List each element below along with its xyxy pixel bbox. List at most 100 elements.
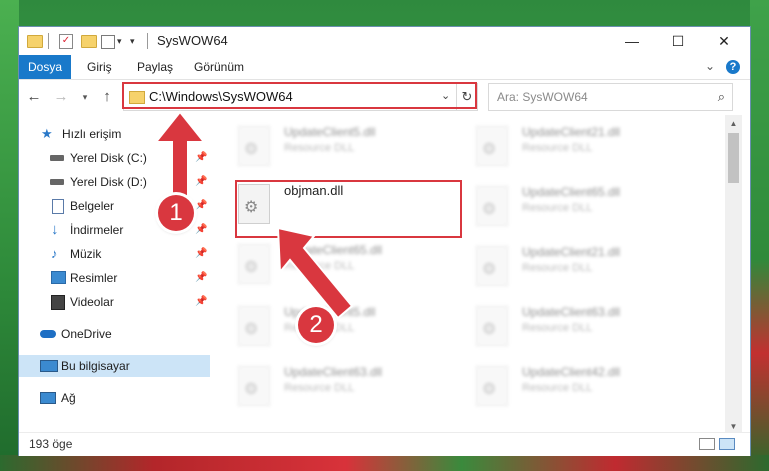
gear-icon: ⚙ xyxy=(244,321,259,338)
sidebar-item-label: Yerel Disk (D:) xyxy=(70,175,147,189)
item-count: 193 öge xyxy=(29,437,73,451)
up-button[interactable]: ↑ xyxy=(97,86,117,108)
file-type: Resource DLL xyxy=(522,322,593,334)
list-item[interactable]: ⚙ UpdateClient21.dll Resource DLL xyxy=(468,243,688,295)
sidebar-item-videos[interactable]: Videolar 📌 xyxy=(19,291,210,313)
toolbar-separator xyxy=(48,33,49,49)
tab-home[interactable]: Giriş xyxy=(87,55,112,79)
file-type: Resource DLL xyxy=(284,142,355,154)
file-type: Resource DLL xyxy=(522,382,593,394)
list-item[interactable]: ⚙ UpdateClient42.dll Resource DLL xyxy=(468,363,688,415)
sidebar-item-music[interactable]: ♪ Müzik 📌 xyxy=(19,243,210,265)
star-icon: ★ xyxy=(41,126,53,141)
desktop-background-left xyxy=(0,0,19,471)
pin-icon[interactable]: 📌 xyxy=(195,243,207,265)
chevron-down-icon[interactable]: ▾ xyxy=(117,36,122,52)
gear-icon: ⚙ xyxy=(482,141,497,158)
file-name: UpdateClient65.dll xyxy=(522,185,621,199)
help-icon[interactable]: ? xyxy=(726,60,740,74)
forward-button[interactable]: → xyxy=(51,86,71,108)
search-icon[interactable]: ⌕ xyxy=(718,89,725,105)
music-icon: ♪ xyxy=(51,246,58,261)
sidebar-item-pictures[interactable]: Resimler 📌 xyxy=(19,267,210,289)
file-type: Resource DLL xyxy=(522,202,593,214)
sidebar-item-label: Yerel Disk (C:) xyxy=(70,151,147,165)
file-explorer-window: ✓ ▾ ▾ SysWOW64 — ☐ ✕ Dosya Giriş Paylaş … xyxy=(19,27,750,456)
file-name: UpdateClient21.dll xyxy=(522,245,621,259)
sidebar-item-label: Ağ xyxy=(61,391,76,405)
file-type: Resource DLL xyxy=(284,382,355,394)
new-folder-icon[interactable] xyxy=(81,35,97,48)
customize-toolbar-icon[interactable]: ▾ xyxy=(130,36,135,52)
file-name: UpdateClient5.dll xyxy=(284,125,376,139)
scroll-up-icon[interactable]: ▲ xyxy=(725,115,742,132)
tab-file[interactable]: Dosya xyxy=(19,55,71,79)
list-item[interactable]: ⚙ UpdateClient5.dll Resource DLL xyxy=(230,123,450,175)
quick-access-properties-icon[interactable] xyxy=(101,35,115,49)
file-type: Resource DLL xyxy=(522,142,593,154)
sidebar-item-label: OneDrive xyxy=(61,327,112,341)
properties-check-icon[interactable]: ✓ xyxy=(59,34,73,49)
sidebar-item-onedrive[interactable]: OneDrive xyxy=(19,323,210,345)
gear-icon: ⚙ xyxy=(244,381,259,398)
list-item[interactable]: ⚙ UpdateClient65.dll Resource DLL xyxy=(468,183,688,235)
list-item[interactable]: ⚙ UpdateClient63.dll Resource DLL xyxy=(468,303,688,355)
maximize-button[interactable]: ☐ xyxy=(655,27,701,55)
close-button[interactable]: ✕ xyxy=(701,27,747,55)
back-button[interactable]: ← xyxy=(24,86,44,108)
gear-icon: ⚙ xyxy=(482,201,497,218)
sidebar-item-label: Belgeler xyxy=(70,199,115,213)
network-icon xyxy=(40,392,56,404)
ribbon-tabs: Dosya Giriş Paylaş Görünüm ⌄ ? xyxy=(19,55,750,80)
drive-icon xyxy=(50,179,64,185)
sidebar-item-label: İndirmeler xyxy=(70,223,124,237)
desktop-background-bottom xyxy=(0,455,769,471)
search-input[interactable]: Ara: SysWOW64 ⌕ xyxy=(488,83,733,111)
address-highlight-box xyxy=(122,82,477,109)
expand-ribbon-icon[interactable]: ⌄ xyxy=(705,59,715,73)
file-name: UpdateClient63.dll xyxy=(522,305,621,319)
file-type: Resource DLL xyxy=(522,262,593,274)
file-name: UpdateClient21.dll xyxy=(522,125,621,139)
documents-icon xyxy=(52,199,64,214)
download-icon: ↓ xyxy=(51,221,59,238)
sidebar-item-label: Bu bilgisayar xyxy=(61,359,130,373)
pin-icon[interactable]: 📌 xyxy=(195,267,207,289)
gear-icon: ⚙ xyxy=(482,381,497,398)
annotation-badge-1: 1 xyxy=(158,195,194,231)
sidebar-item-label: Resimler xyxy=(70,271,118,285)
pictures-icon xyxy=(51,271,66,284)
large-icons-view-icon[interactable] xyxy=(719,438,735,450)
minimize-button[interactable]: — xyxy=(609,27,655,55)
gear-icon: ⚙ xyxy=(482,261,497,278)
window-title: SysWOW64 xyxy=(157,33,228,48)
toolbar-separator xyxy=(147,33,148,49)
file-name: UpdateClient63.dll xyxy=(284,365,383,379)
list-item[interactable]: ⚙ UpdateClient63.dll Resource DLL xyxy=(230,363,450,415)
scrollbar-thumb[interactable] xyxy=(728,133,739,183)
tab-view[interactable]: Görünüm xyxy=(194,55,244,79)
search-placeholder: Ara: SysWOW64 xyxy=(497,90,588,104)
pin-icon[interactable]: 📌 xyxy=(195,291,207,313)
sidebar-item-label: Hızlı erişim xyxy=(62,127,122,141)
folder-icon xyxy=(27,35,43,48)
sidebar-item-label: Videolar xyxy=(70,295,114,309)
file-name: UpdateClient42.dll xyxy=(522,365,621,379)
gear-icon: ⚙ xyxy=(482,321,497,338)
drive-icon xyxy=(50,155,64,161)
vertical-scrollbar[interactable]: ▲ ▼ xyxy=(725,115,742,435)
gear-icon: ⚙ xyxy=(244,141,259,158)
gear-icon: ⚙ xyxy=(244,259,259,276)
recent-locations-button[interactable]: ▾ xyxy=(75,86,95,108)
pin-icon[interactable]: 📌 xyxy=(195,219,207,241)
desktop-background-right xyxy=(750,0,769,471)
list-item[interactable]: ⚙ UpdateClient21.dll Resource DLL xyxy=(468,123,688,175)
sidebar-item-label: Müzik xyxy=(70,247,102,261)
details-view-icon[interactable] xyxy=(699,438,715,450)
tab-share[interactable]: Paylaş xyxy=(137,55,173,79)
videos-icon xyxy=(51,295,65,310)
address-row: ← → ▾ ↑ C:\Windows\SysWOW64 ⌄ ↻ Ara: Sys… xyxy=(19,80,750,114)
sidebar-item-network[interactable]: Ağ xyxy=(19,387,210,409)
sidebar-item-this-pc[interactable]: Bu bilgisayar xyxy=(19,355,210,377)
computer-icon xyxy=(40,360,58,372)
